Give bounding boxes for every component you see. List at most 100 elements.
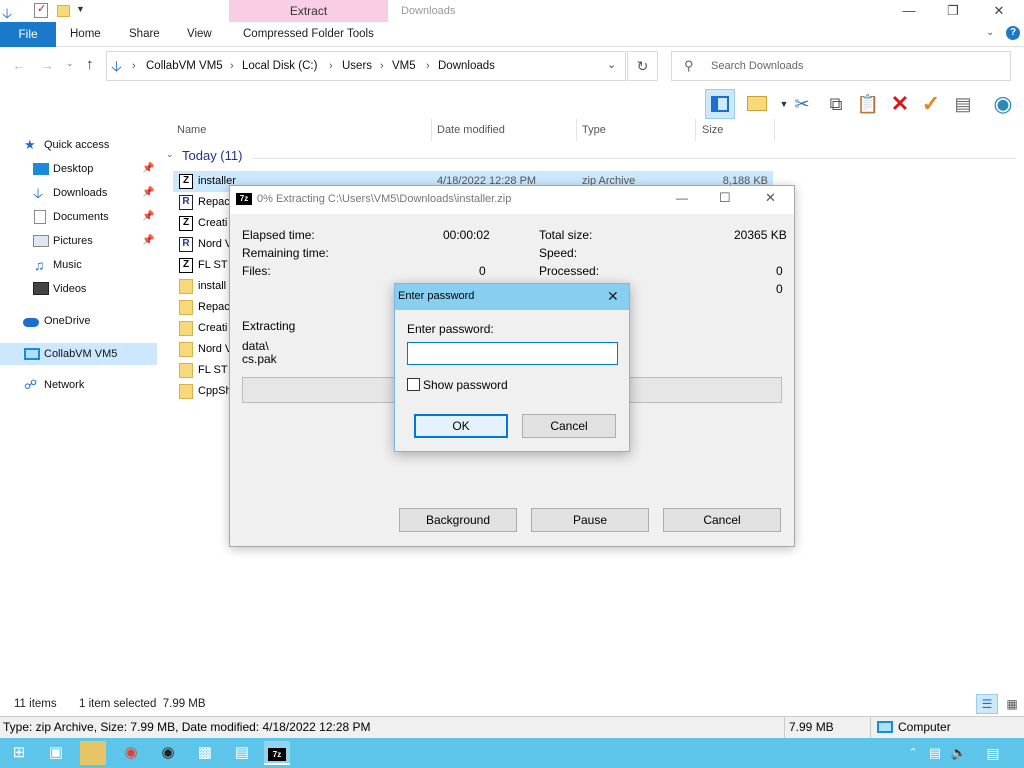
address-dropdown-icon[interactable]: ⌄ <box>607 58 616 71</box>
breadcrumb-downloads[interactable]: Downloads <box>438 52 495 80</box>
forward-arrow-icon[interactable]: → <box>40 57 54 73</box>
extract-dialog-titlebar[interactable]: 7z 0% Extracting C:\Users\VM5\Downloads\… <box>230 186 794 214</box>
breadcrumb-separator[interactable]: › <box>380 52 384 80</box>
breadcrumb-separator[interactable]: › <box>426 52 430 80</box>
password-dialog: Enter password ✕ Enter password: Show pa… <box>394 283 630 452</box>
group-collapse-icon[interactable]: ⌄ <box>166 149 174 160</box>
recent-chevron-icon[interactable]: ⌄ <box>66 58 74 69</box>
properties-icon[interactable]: ✓ <box>34 3 48 18</box>
password-cancel-button[interactable]: Cancel <box>522 414 616 438</box>
search-input[interactable]: ⚲ Search Downloads <box>671 51 1011 81</box>
paste-icon[interactable]: 📋 <box>855 89 881 119</box>
large-icons-view-icon[interactable]: ▦ <box>1002 694 1022 714</box>
close-icon[interactable]: ✕ <box>607 288 619 305</box>
column-header-size[interactable]: Size <box>702 119 723 141</box>
customize-chevron-icon[interactable]: ▼ <box>76 4 85 14</box>
tab-home[interactable]: Home <box>70 22 101 47</box>
nav-pictures[interactable]: Pictures 📌 <box>0 230 160 252</box>
nav-network[interactable]: ☍ Network <box>0 374 160 396</box>
7zip-taskbar-icon[interactable]: 7z <box>264 741 290 765</box>
preview-pane-icon[interactable] <box>705 89 735 119</box>
nav-desktop[interactable]: Desktop 📌 <box>0 158 160 180</box>
back-arrow-icon[interactable]: ← <box>12 57 26 73</box>
help-icon[interactable]: ? <box>1006 26 1020 40</box>
chevron-down-icon[interactable]: ⌄ <box>986 27 994 38</box>
notifications-icon[interactable]: ▤ <box>980 741 1006 765</box>
breadcrumb-separator[interactable]: › <box>329 52 333 80</box>
address-bar[interactable]: 🡣 › CollabVM VM5 › Local Disk (C:) › Use… <box>106 51 626 81</box>
column-divider[interactable] <box>695 119 696 141</box>
breadcrumb-users[interactable]: Users <box>342 52 372 80</box>
tab-view[interactable]: View <box>187 22 212 47</box>
nav-documents[interactable]: Documents 📌 <box>0 206 160 228</box>
close-icon[interactable]: ✕ <box>765 190 776 206</box>
column-divider[interactable] <box>576 119 577 141</box>
rename-icon[interactable]: ▤ <box>950 89 976 119</box>
breadcrumb-vm5[interactable]: VM5 <box>392 52 416 80</box>
context-tab-extract[interactable]: Extract <box>229 0 388 22</box>
nav-downloads[interactable]: 🡣 Downloads 📌 <box>0 182 160 204</box>
minimize-icon[interactable]: — <box>886 0 932 22</box>
password-dialog-titlebar[interactable]: Enter password ✕ <box>395 284 629 310</box>
column-divider[interactable] <box>431 119 432 141</box>
maximize-icon[interactable]: ☐ <box>719 190 731 206</box>
pause-button[interactable]: Pause <box>531 508 649 532</box>
windows-start-icon[interactable]: ⊞ <box>6 741 32 765</box>
breadcrumb-separator[interactable]: › <box>230 52 234 80</box>
cut-icon[interactable]: ✂ <box>789 89 815 119</box>
password-input[interactable] <box>407 342 618 365</box>
ok-button[interactable]: OK <box>414 414 508 438</box>
refresh-icon[interactable]: ↻ <box>627 51 658 81</box>
extract-cancel-button[interactable]: Cancel <box>663 508 781 532</box>
shell-icon[interactable]: ◉ <box>990 89 1016 119</box>
folder-icon <box>179 384 193 399</box>
store-icon[interactable]: ▣ <box>43 741 69 765</box>
volume-icon[interactable]: 🔈 <box>946 741 972 765</box>
group-header[interactable]: Today (11) <box>182 148 242 163</box>
column-header-type[interactable]: Type <box>582 119 606 141</box>
show-password-checkbox[interactable] <box>407 378 420 391</box>
copy-icon[interactable]: ⧉ <box>823 89 849 119</box>
tab-compressed-folder-tools[interactable]: Compressed Folder Tools <box>243 22 374 47</box>
nav-music[interactable]: ♫ Music <box>0 254 160 276</box>
explorer-window-icon[interactable]: ▤ <box>229 741 255 765</box>
minimize-icon[interactable]: — <box>676 191 688 205</box>
nav-videos[interactable]: Videos <box>0 278 160 300</box>
pin-icon[interactable]: 📌 <box>142 158 154 180</box>
tab-share[interactable]: Share <box>129 22 160 47</box>
music-icon: ♫ <box>34 257 45 273</box>
maximize-icon[interactable]: ❐ <box>930 0 976 22</box>
breadcrumb-local-disk[interactable]: Local Disk (C:) <box>242 52 317 80</box>
folder-options-icon[interactable] <box>744 89 770 119</box>
download-icon: 🡣 <box>33 185 44 201</box>
file-explorer-icon[interactable] <box>80 741 106 765</box>
background-button[interactable]: Background <box>399 508 517 532</box>
chrome-icon[interactable]: ◉ <box>118 741 144 765</box>
nav-quick-access[interactable]: ★ Quick access <box>0 134 160 156</box>
close-icon[interactable]: ✕ <box>976 0 1022 22</box>
tab-file[interactable]: File <box>0 22 56 47</box>
app-icon[interactable]: ◉ <box>155 741 181 765</box>
folder-icon <box>179 342 193 357</box>
breadcrumb-separator[interactable]: › <box>132 52 136 80</box>
extract-dialog-title: 0% Extracting C:\Users\VM5\Downloads\ins… <box>257 193 512 205</box>
column-header-name[interactable]: Name <box>177 119 206 141</box>
nav-onedrive[interactable]: OneDrive <box>0 310 160 332</box>
new-folder-icon[interactable] <box>57 5 70 17</box>
checkmark-icon[interactable]: ✓ <box>918 89 944 119</box>
column-divider[interactable] <box>774 119 775 141</box>
show-password-label[interactable]: Show password <box>423 378 508 392</box>
up-arrow-icon[interactable]: ↑ <box>86 56 94 73</box>
pin-icon[interactable]: 📌 <box>142 206 154 228</box>
pin-icon[interactable]: 📌 <box>142 182 154 204</box>
breadcrumb-collabvm[interactable]: CollabVM VM5 <box>146 52 223 80</box>
nav-collabvm[interactable]: CollabVM VM5 <box>0 343 157 365</box>
folder-icon <box>179 300 193 315</box>
column-header-date[interactable]: Date modified <box>437 119 505 141</box>
window-icon[interactable]: ▩ <box>192 741 218 765</box>
details-view-icon[interactable]: ☰ <box>976 694 998 714</box>
network-status-icon[interactable]: ▤ <box>922 741 948 765</box>
delete-icon[interactable]: ✕ <box>887 89 913 119</box>
pin-icon[interactable]: 📌 <box>142 230 154 252</box>
files-value: 0 <box>479 264 486 278</box>
